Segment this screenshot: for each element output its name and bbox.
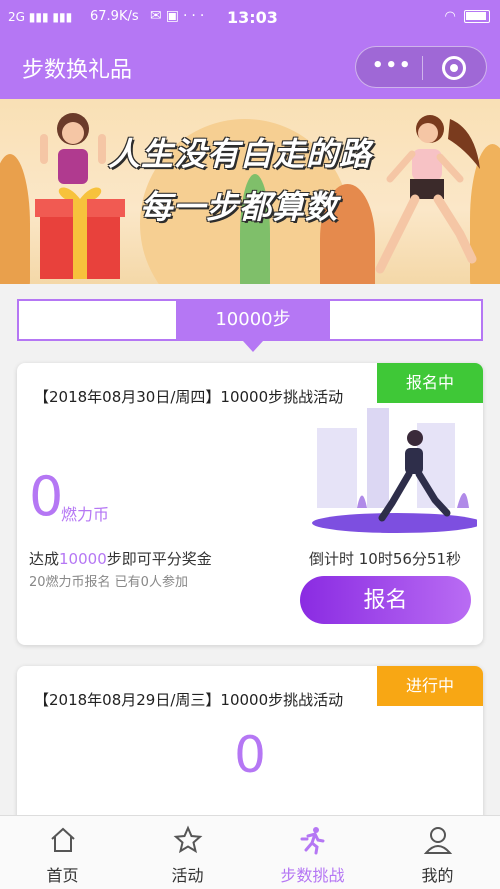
runner-city-illustration — [312, 408, 477, 533]
capsule-divider — [422, 56, 423, 80]
status-badge: 报名中 — [377, 363, 483, 403]
signup-info: 20燃力币报名 已有0人参加 — [29, 575, 188, 590]
network-speed: 67.9K/s — [90, 9, 139, 24]
wifi-icon: ◠ — [444, 9, 456, 24]
miniprogram-capsule: ••• — [355, 46, 487, 88]
tab-label: 步数挑战 — [280, 866, 345, 885]
tab-step-challenge[interactable]: 步数挑战 — [250, 816, 375, 889]
tab-label: 首页 — [46, 866, 79, 885]
promo-banner[interactable]: 人生没有白走的路 每一步都算数 — [0, 99, 500, 284]
runner-illustration — [375, 115, 480, 274]
nav-header: 步数换礼品 ••• — [0, 36, 500, 99]
step-goal-highlight: 10000 — [59, 550, 107, 568]
coin-amount: 0 — [234, 726, 266, 784]
signup-button[interactable]: 报名 — [300, 576, 471, 624]
woman-illustration — [40, 113, 106, 184]
challenge-description: 达成10000步即可平分奖金 — [29, 550, 212, 568]
status-badge: 进行中 — [377, 666, 483, 706]
network-indicator: 2G ▮▮▮ ▮▮▮ — [8, 10, 73, 24]
step-goal-tabs: 10000步 — [17, 299, 483, 352]
runner-icon — [300, 827, 325, 855]
notification-icons: ✉▣··· — [150, 8, 209, 24]
tab-activity[interactable]: 活动 — [125, 816, 250, 889]
banner-plant — [0, 154, 30, 284]
battery-icon — [464, 10, 490, 23]
challenge-card[interactable]: 【2018年08月29日/周三】10000步挑战活动 进行中 0 — [17, 666, 483, 836]
challenge-title: 【2018年08月30日/周四】10000步挑战活动 — [34, 388, 344, 406]
tab-label: 活动 — [171, 866, 204, 885]
challenge-title: 【2018年08月29日/周三】10000步挑战活动 — [34, 691, 344, 709]
challenge-card[interactable]: 【2018年08月30日/周四】10000步挑战活动 报名中 0 燃力币 达成1… — [17, 363, 483, 645]
countdown-timer: 倒计时 10时56分51秒 — [308, 550, 461, 568]
tab-10000-steps[interactable]: 10000步 — [176, 299, 330, 352]
tab-label: 我的 — [421, 866, 454, 885]
more-menu-button[interactable]: ••• — [372, 55, 413, 76]
coin-amount: 0 — [29, 465, 64, 528]
banner-slogan-line1: 人生没有白走的路 — [108, 135, 373, 173]
page-title: 步数换礼品 — [22, 58, 133, 83]
clock: 13:03 — [227, 8, 278, 27]
star-icon — [173, 825, 203, 854]
tab-home[interactable]: 首页 — [0, 816, 125, 889]
user-icon — [423, 827, 453, 854]
coin-unit: 燃力币 — [61, 505, 110, 524]
status-bar: 2G ▮▮▮ ▮▮▮ 67.9K/s ✉▣··· 13:03 ◠ — [0, 0, 500, 36]
home-icon — [51, 827, 75, 852]
close-miniprogram-button[interactable] — [442, 56, 466, 80]
wifi-battery: ◠ — [445, 9, 490, 24]
banner-slogan-line2: 每一步都算数 — [140, 188, 339, 226]
tab-mine[interactable]: 我的 — [375, 816, 500, 889]
bottom-tab-bar: 首页 活动 步数挑战 我的 — [0, 815, 500, 889]
